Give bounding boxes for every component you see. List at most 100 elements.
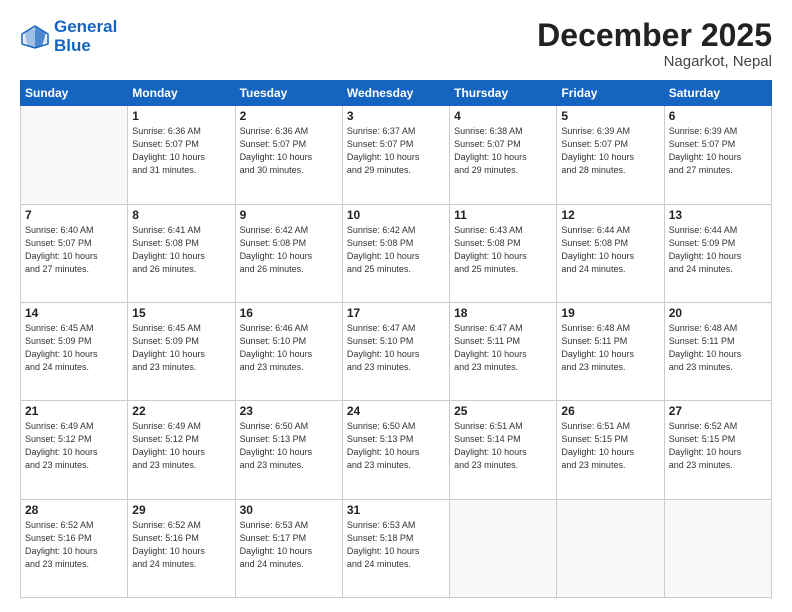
day-info: Sunrise: 6:53 AMSunset: 5:17 PMDaylight:… [240,519,338,571]
day-number: 25 [454,404,552,418]
day-info: Sunrise: 6:52 AMSunset: 5:15 PMDaylight:… [669,420,767,472]
col-sunday: Sunday [21,81,128,106]
month-title: December 2025 [537,18,772,53]
header: General Blue December 2025 Nagarkot, Nep… [20,18,772,70]
table-row: 10 Sunrise: 6:42 AMSunset: 5:08 PMDayligh… [342,204,449,302]
table-row [450,499,557,597]
day-number: 16 [240,306,338,320]
day-info: Sunrise: 6:47 AMSunset: 5:10 PMDaylight:… [347,322,445,374]
day-number: 28 [25,503,123,517]
day-number: 21 [25,404,123,418]
table-row: 5 Sunrise: 6:39 AMSunset: 5:07 PMDaylight… [557,106,664,204]
table-row: 13 Sunrise: 6:44 AMSunset: 5:09 PMDayligh… [664,204,771,302]
table-row [557,499,664,597]
day-number: 4 [454,109,552,123]
table-row: 19Sunrise: 6:48 AMSunset: 5:11 PMDayligh… [557,302,664,400]
calendar-week-row: 7 Sunrise: 6:40 AMSunset: 5:07 PMDaylight… [21,204,772,302]
day-info: Sunrise: 6:48 AMSunset: 5:11 PMDaylight:… [669,322,767,374]
day-info: Sunrise: 6:49 AMSunset: 5:12 PMDaylight:… [132,420,230,472]
day-number: 31 [347,503,445,517]
col-monday: Monday [128,81,235,106]
day-info: Sunrise: 6:42 AMSunset: 5:08 PMDaylight:… [347,224,445,276]
table-row: 23 Sunrise: 6:50 AMSunset: 5:13 PMDayligh… [235,401,342,499]
day-number: 9 [240,208,338,222]
calendar-week-row: 28 Sunrise: 6:52 AMSunset: 5:16 PMDayligh… [21,499,772,597]
day-number: 23 [240,404,338,418]
table-row [21,106,128,204]
table-row: 20Sunrise: 6:48 AMSunset: 5:11 PMDayligh… [664,302,771,400]
col-wednesday: Wednesday [342,81,449,106]
col-friday: Friday [557,81,664,106]
logo-line1: General [54,17,117,36]
table-row: 11 Sunrise: 6:43 AMSunset: 5:08 PMDayligh… [450,204,557,302]
table-row: 28 Sunrise: 6:52 AMSunset: 5:16 PMDayligh… [21,499,128,597]
day-number: 2 [240,109,338,123]
table-row: 7 Sunrise: 6:40 AMSunset: 5:07 PMDaylight… [21,204,128,302]
table-row: 31 Sunrise: 6:53 AMSunset: 5:18 PMDayligh… [342,499,449,597]
table-row: 4 Sunrise: 6:38 AMSunset: 5:07 PMDaylight… [450,106,557,204]
calendar-week-row: 21 Sunrise: 6:49 AMSunset: 5:12 PMDayligh… [21,401,772,499]
day-number: 17 [347,306,445,320]
day-info: Sunrise: 6:44 AMSunset: 5:09 PMDaylight:… [669,224,767,276]
day-info: Sunrise: 6:45 AMSunset: 5:09 PMDaylight:… [25,322,123,374]
day-info: Sunrise: 6:36 AMSunset: 5:07 PMDaylight:… [132,125,230,177]
page: General Blue December 2025 Nagarkot, Nep… [0,0,792,612]
day-number: 10 [347,208,445,222]
day-info: Sunrise: 6:52 AMSunset: 5:16 PMDaylight:… [25,519,123,571]
day-number: 7 [25,208,123,222]
day-info: Sunrise: 6:53 AMSunset: 5:18 PMDaylight:… [347,519,445,571]
table-row: 1Sunrise: 6:36 AMSunset: 5:07 PMDaylight… [128,106,235,204]
calendar-header-row: Sunday Monday Tuesday Wednesday Thursday… [21,81,772,106]
day-number: 5 [561,109,659,123]
calendar-week-row: 1Sunrise: 6:36 AMSunset: 5:07 PMDaylight… [21,106,772,204]
table-row: 6 Sunrise: 6:39 AMSunset: 5:07 PMDaylight… [664,106,771,204]
day-info: Sunrise: 6:52 AMSunset: 5:16 PMDaylight:… [132,519,230,571]
day-info: Sunrise: 6:43 AMSunset: 5:08 PMDaylight:… [454,224,552,276]
table-row: 14 Sunrise: 6:45 AMSunset: 5:09 PMDayligh… [21,302,128,400]
table-row: 29 Sunrise: 6:52 AMSunset: 5:16 PMDayligh… [128,499,235,597]
table-row: 12Sunrise: 6:44 AMSunset: 5:08 PMDayligh… [557,204,664,302]
day-info: Sunrise: 6:41 AMSunset: 5:08 PMDaylight:… [132,224,230,276]
day-number: 22 [132,404,230,418]
day-info: Sunrise: 6:40 AMSunset: 5:07 PMDaylight:… [25,224,123,276]
logo-icon [20,24,50,50]
day-info: Sunrise: 6:49 AMSunset: 5:12 PMDaylight:… [25,420,123,472]
day-number: 11 [454,208,552,222]
day-number: 29 [132,503,230,517]
day-number: 15 [132,306,230,320]
day-info: Sunrise: 6:51 AMSunset: 5:14 PMDaylight:… [454,420,552,472]
table-row: 22 Sunrise: 6:49 AMSunset: 5:12 PMDayligh… [128,401,235,499]
day-info: Sunrise: 6:50 AMSunset: 5:13 PMDaylight:… [347,420,445,472]
col-thursday: Thursday [450,81,557,106]
table-row: 27Sunrise: 6:52 AMSunset: 5:15 PMDayligh… [664,401,771,499]
day-info: Sunrise: 6:48 AMSunset: 5:11 PMDaylight:… [561,322,659,374]
day-number: 6 [669,109,767,123]
day-info: Sunrise: 6:42 AMSunset: 5:08 PMDaylight:… [240,224,338,276]
day-info: Sunrise: 6:38 AMSunset: 5:07 PMDaylight:… [454,125,552,177]
table-row: 24 Sunrise: 6:50 AMSunset: 5:13 PMDayligh… [342,401,449,499]
day-number: 12 [561,208,659,222]
table-row: 9 Sunrise: 6:42 AMSunset: 5:08 PMDaylight… [235,204,342,302]
day-number: 13 [669,208,767,222]
day-number: 24 [347,404,445,418]
table-row: 25 Sunrise: 6:51 AMSunset: 5:14 PMDayligh… [450,401,557,499]
calendar-week-row: 14 Sunrise: 6:45 AMSunset: 5:09 PMDayligh… [21,302,772,400]
day-info: Sunrise: 6:51 AMSunset: 5:15 PMDaylight:… [561,420,659,472]
day-info: Sunrise: 6:39 AMSunset: 5:07 PMDaylight:… [669,125,767,177]
table-row: 8Sunrise: 6:41 AMSunset: 5:08 PMDaylight… [128,204,235,302]
table-row: 3Sunrise: 6:37 AMSunset: 5:07 PMDaylight… [342,106,449,204]
day-info: Sunrise: 6:47 AMSunset: 5:11 PMDaylight:… [454,322,552,374]
day-info: Sunrise: 6:46 AMSunset: 5:10 PMDaylight:… [240,322,338,374]
day-info: Sunrise: 6:36 AMSunset: 5:07 PMDaylight:… [240,125,338,177]
day-info: Sunrise: 6:50 AMSunset: 5:13 PMDaylight:… [240,420,338,472]
day-info: Sunrise: 6:37 AMSunset: 5:07 PMDaylight:… [347,125,445,177]
day-number: 30 [240,503,338,517]
logo-text: General Blue [54,18,117,55]
day-number: 14 [25,306,123,320]
day-number: 18 [454,306,552,320]
logo-line2: Blue [54,36,91,55]
day-info: Sunrise: 6:39 AMSunset: 5:07 PMDaylight:… [561,125,659,177]
location-subtitle: Nagarkot, Nepal [537,53,772,70]
table-row: 21 Sunrise: 6:49 AMSunset: 5:12 PMDayligh… [21,401,128,499]
table-row: 2 Sunrise: 6:36 AMSunset: 5:07 PMDaylight… [235,106,342,204]
